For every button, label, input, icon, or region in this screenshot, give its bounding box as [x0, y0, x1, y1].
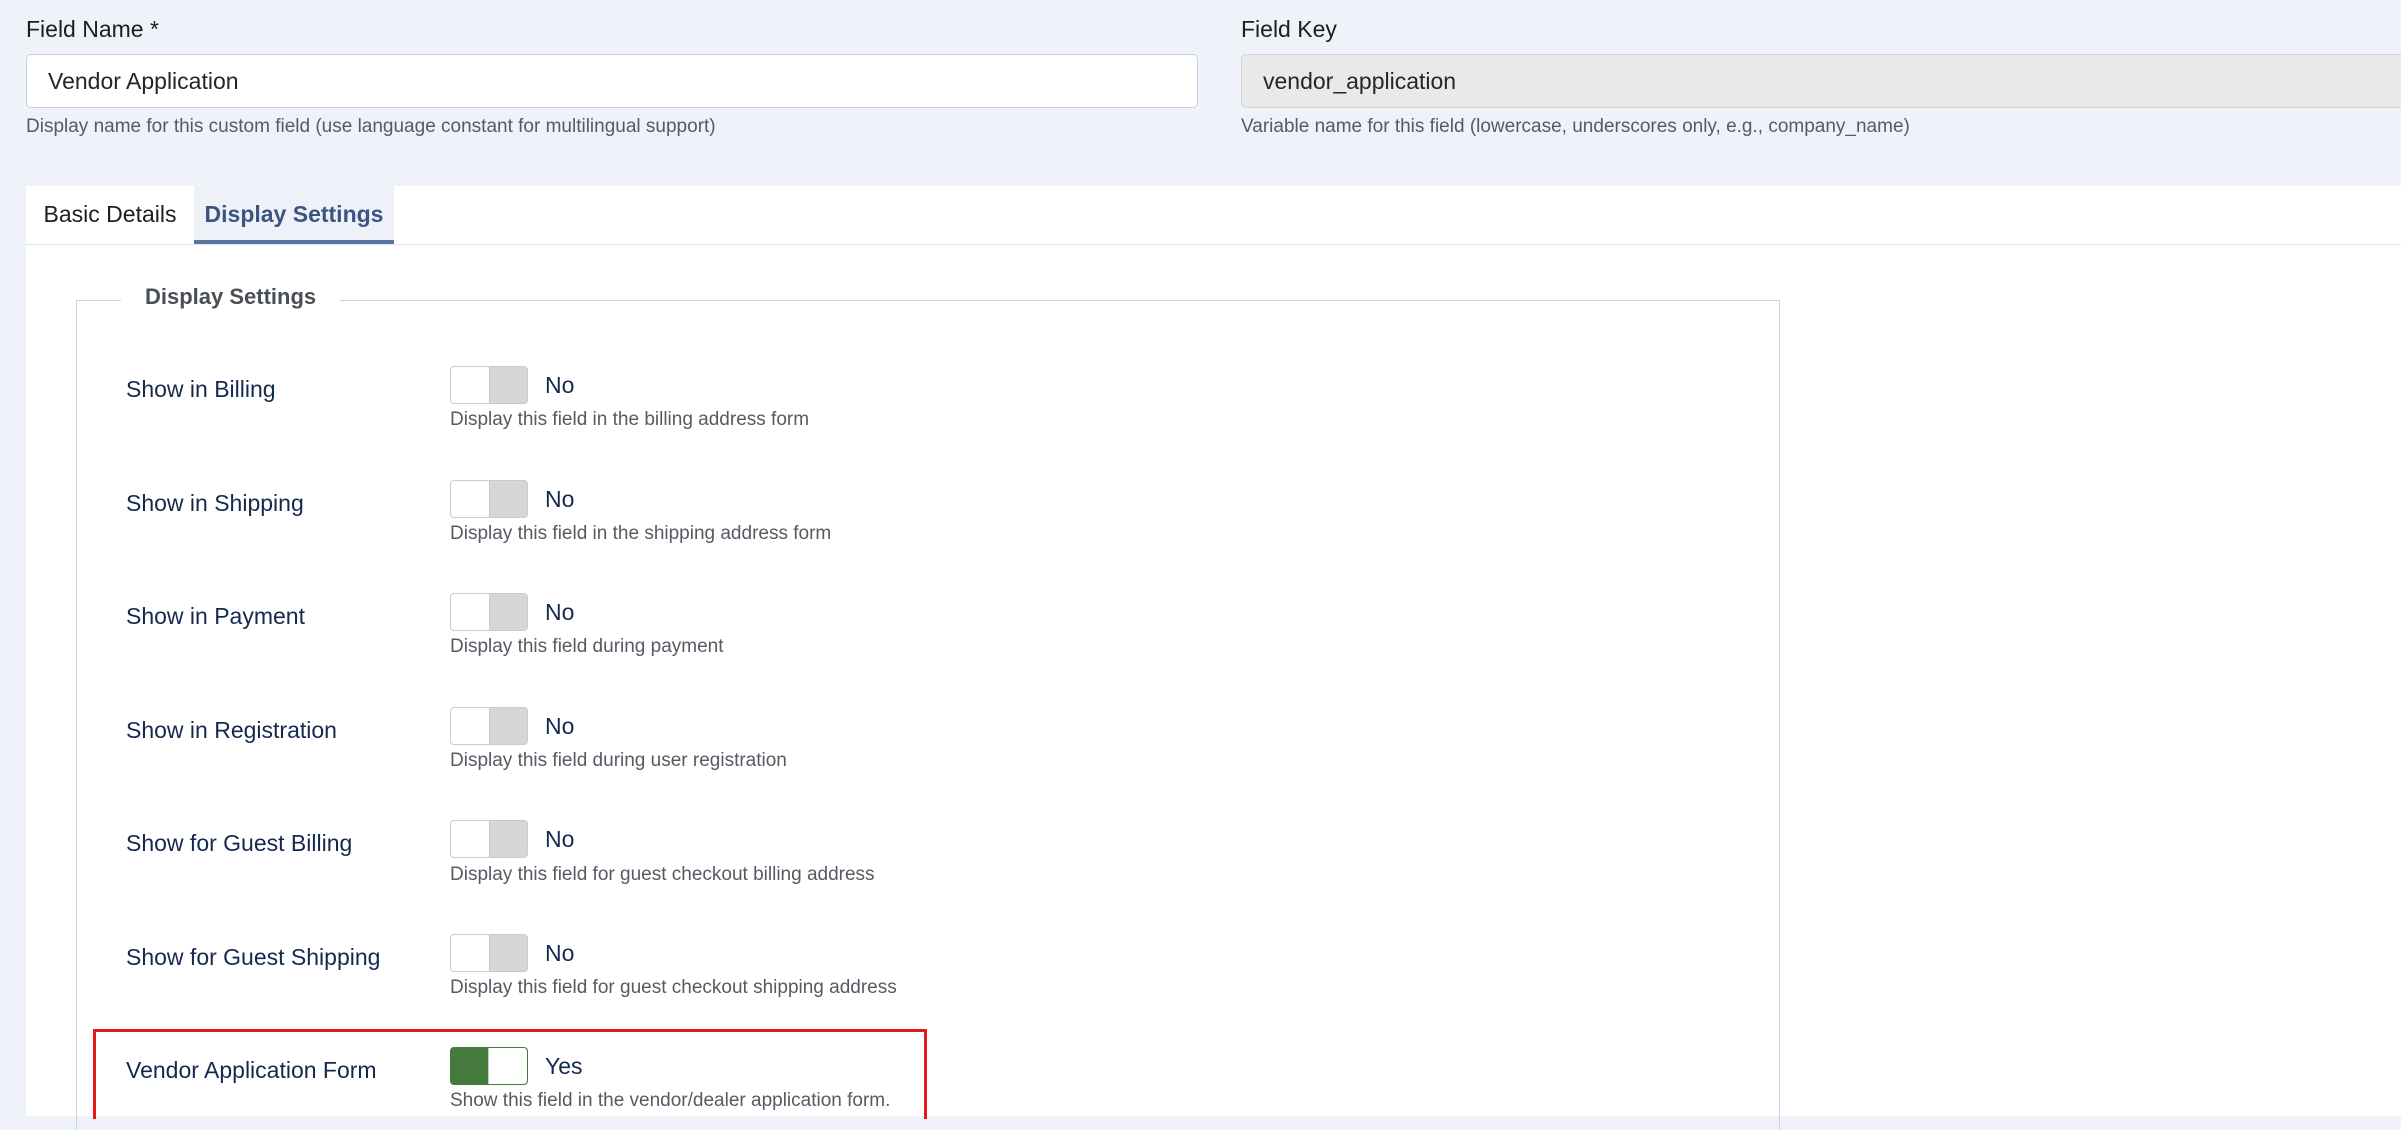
tab-bar: Basic Details Display Settings: [26, 186, 2401, 245]
field-name-input[interactable]: [26, 54, 1198, 108]
field-key-input[interactable]: [1241, 54, 2401, 108]
tab-basic-details[interactable]: Basic Details: [26, 186, 194, 242]
vendor-application-form-switch[interactable]: [450, 1047, 528, 1085]
switch-knob: [451, 481, 490, 517]
switch-knob: [488, 1048, 527, 1084]
switch-knob: [451, 367, 490, 403]
show-in-registration-label: Show in Registration: [126, 717, 337, 743]
field-name-label: Field Name *: [26, 16, 159, 42]
show-in-registration-switch[interactable]: [450, 707, 528, 745]
switch-knob: [451, 708, 490, 744]
display-settings-fieldset: Display Settings: [76, 284, 1780, 1130]
show-in-billing-switch[interactable]: [450, 366, 528, 404]
vendor-application-form-label: Vendor Application Form: [126, 1057, 377, 1083]
vendor-application-form-state: Yes: [545, 1053, 583, 1079]
show-in-billing-hint: Display this field in the billing addres…: [450, 409, 810, 430]
fieldset-legend: Display Settings: [121, 284, 341, 310]
show-for-guest-shipping-label: Show for Guest Shipping: [126, 944, 381, 970]
show-in-shipping-switch[interactable]: [450, 480, 528, 518]
show-for-guest-shipping-state: No: [545, 940, 575, 966]
vendor-application-form-hint: Show this field in the vendor/dealer app…: [450, 1090, 891, 1111]
show-in-payment-switch[interactable]: [450, 593, 528, 631]
show-for-guest-billing-hint: Display this field for guest checkout bi…: [450, 864, 875, 885]
tab-display-settings[interactable]: Display Settings: [194, 186, 394, 244]
show-in-shipping-state: No: [545, 486, 575, 512]
show-in-registration-state: No: [545, 713, 575, 739]
field-name-hint: Display name for this custom field (use …: [26, 116, 716, 137]
field-key-hint: Variable name for this field (lowercase,…: [1241, 116, 1910, 137]
show-for-guest-shipping-switch[interactable]: [450, 934, 528, 972]
show-in-payment-hint: Display this field during payment: [450, 636, 724, 657]
show-for-guest-billing-switch[interactable]: [450, 820, 528, 858]
show-in-payment-label: Show in Payment: [126, 603, 305, 629]
switch-knob: [451, 594, 490, 630]
show-for-guest-billing-state: No: [545, 826, 575, 852]
show-in-registration-hint: Display this field during user registrat…: [450, 750, 787, 771]
switch-knob: [451, 935, 490, 971]
show-in-billing-label: Show in Billing: [126, 376, 276, 402]
show-in-payment-state: No: [545, 599, 575, 625]
show-for-guest-shipping-hint: Display this field for guest checkout sh…: [450, 977, 897, 998]
show-for-guest-billing-label: Show for Guest Billing: [126, 830, 353, 856]
show-in-shipping-hint: Display this field in the shipping addre…: [450, 523, 832, 544]
settings-card: Basic Details Display Settings Display S…: [26, 186, 2401, 1130]
switch-knob: [451, 821, 490, 857]
field-key-label: Field Key: [1241, 16, 1337, 42]
show-in-shipping-label: Show in Shipping: [126, 490, 304, 516]
show-in-billing-state: No: [545, 372, 575, 398]
